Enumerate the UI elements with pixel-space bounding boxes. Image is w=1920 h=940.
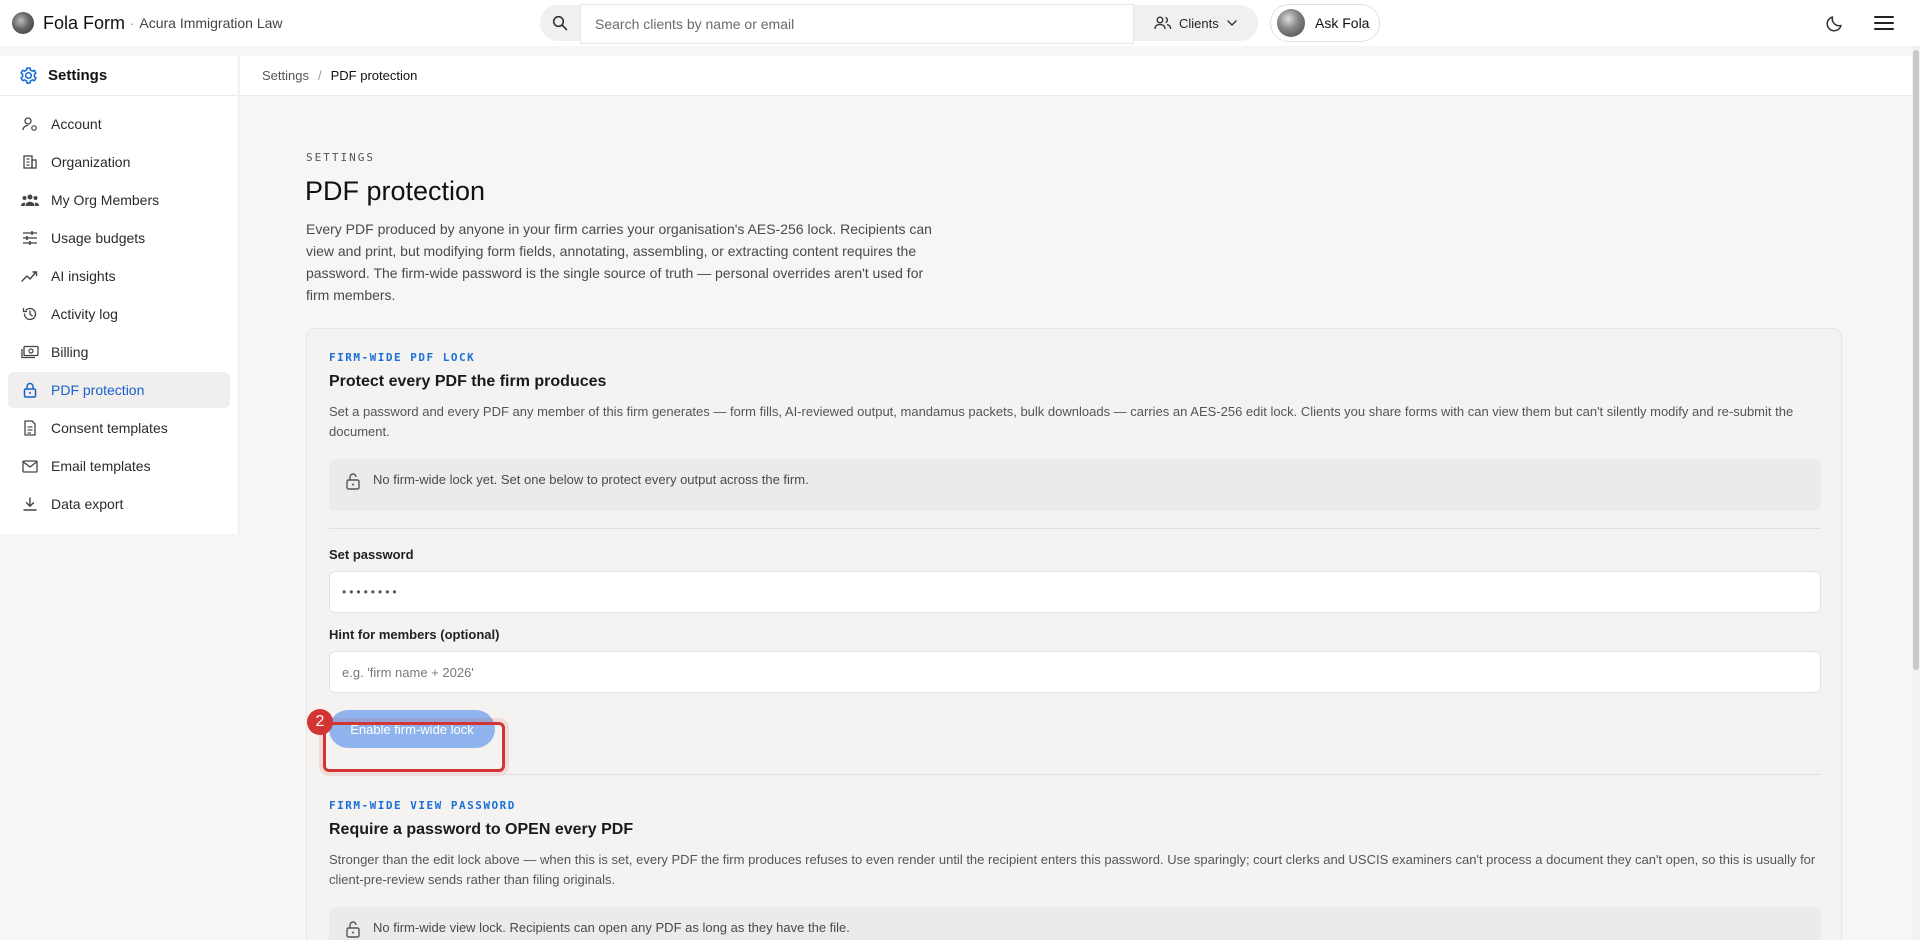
download-icon bbox=[21, 495, 39, 513]
lock-icon bbox=[21, 381, 39, 399]
building-icon bbox=[21, 153, 39, 171]
search-button[interactable] bbox=[540, 5, 580, 41]
people-icon bbox=[1154, 16, 1172, 30]
sidebar-item-label: Usage budgets bbox=[51, 230, 146, 246]
mail-icon bbox=[21, 457, 39, 475]
unlocked-icon bbox=[346, 921, 360, 938]
view-section-eyebrow: FIRM-WIDE VIEW PASSWORD bbox=[329, 799, 516, 812]
document-icon bbox=[21, 419, 39, 437]
view-section-title: Require a password to OPEN every PDF bbox=[329, 821, 634, 838]
sidebar-item-data-export[interactable]: Data export bbox=[8, 486, 230, 522]
brand-logo bbox=[12, 12, 34, 34]
sidebar-item-label: My Org Members bbox=[51, 192, 160, 208]
view-lock-status-notice: No firm-wide view lock. Recipients can o… bbox=[329, 907, 1821, 940]
ask-fola-label: Ask Fola bbox=[1315, 15, 1370, 31]
breadcrumb-settings[interactable]: Settings bbox=[262, 68, 309, 83]
lock-status-notice: No firm-wide lock yet. Set one below to … bbox=[329, 459, 1821, 511]
sidebar-item-label: Account bbox=[51, 116, 102, 132]
lock-section-title: Protect every PDF the firm produces bbox=[329, 373, 607, 390]
sidebar-title: Settings bbox=[48, 67, 108, 84]
sidebar-item-label: Activity log bbox=[51, 306, 118, 322]
sidebar-item-label: Organization bbox=[51, 154, 131, 170]
annotation-badge: 2 bbox=[307, 709, 333, 735]
divider bbox=[329, 528, 1821, 529]
sidebar-item-activity-log[interactable]: Activity log bbox=[8, 296, 230, 332]
firm-name: Acura Immigration Law bbox=[139, 15, 283, 31]
sidebar-item-pdf-protection[interactable]: PDF protection bbox=[8, 372, 230, 408]
sidebar-header: Settings bbox=[0, 56, 238, 96]
breadcrumb-separator: / bbox=[317, 68, 322, 83]
divider bbox=[329, 774, 1821, 775]
members-icon bbox=[21, 191, 39, 209]
unlocked-icon bbox=[346, 473, 360, 490]
brand-name: Fola Form bbox=[43, 12, 126, 33]
billing-icon bbox=[21, 343, 39, 361]
brand[interactable]: Fola Form · Acura Immigration Law bbox=[12, 12, 283, 34]
password-label: Set password bbox=[329, 547, 414, 562]
sidebar-item-organization[interactable]: Organization bbox=[8, 144, 230, 180]
sidebar-item-label: PDF protection bbox=[51, 382, 145, 398]
ask-fola-button[interactable]: Ask Fola bbox=[1270, 4, 1380, 42]
sliders-icon bbox=[21, 229, 39, 247]
sidebar-item-members[interactable]: My Org Members bbox=[8, 182, 230, 218]
sidebar-item-label: Consent templates bbox=[51, 420, 168, 436]
avatar bbox=[1277, 9, 1305, 37]
view-section-description: Stronger than the edit lock above — when… bbox=[329, 852, 1816, 887]
sidebar-item-email-templates[interactable]: Email templates bbox=[8, 448, 230, 484]
scrollbar-thumb[interactable] bbox=[1913, 50, 1919, 670]
page-eyebrow: SETTINGS bbox=[306, 151, 375, 164]
breadcrumb: Settings / PDF protection bbox=[240, 56, 1912, 96]
password-input[interactable] bbox=[329, 571, 1821, 613]
trend-icon bbox=[21, 267, 39, 285]
sidebar-item-label: Data export bbox=[51, 496, 124, 512]
sidebar-item-consent-templates[interactable]: Consent templates bbox=[8, 410, 230, 446]
dark-mode-icon[interactable] bbox=[1824, 12, 1846, 34]
sidebar-item-account[interactable]: Account bbox=[8, 106, 230, 142]
hint-input[interactable] bbox=[329, 651, 1821, 693]
top-bar: Fola Form · Acura Immigration Law Client… bbox=[0, 0, 1920, 46]
gear-icon bbox=[20, 67, 37, 84]
sidebar-item-label: Email templates bbox=[51, 458, 151, 474]
lock-section-description: Set a password and every PDF any member … bbox=[329, 404, 1794, 439]
menu-icon[interactable] bbox=[1873, 13, 1895, 33]
page-title: PDF protection bbox=[305, 176, 486, 206]
sidebar-item-label: AI insights bbox=[51, 268, 116, 284]
sidebar-item-billing[interactable]: Billing bbox=[8, 334, 230, 370]
lock-status-text: No firm-wide lock yet. Set one below to … bbox=[373, 472, 809, 487]
settings-sidebar: Settings Account Organization My Org Mem… bbox=[0, 56, 239, 534]
annotation-highlight-box bbox=[323, 722, 505, 772]
search-input[interactable] bbox=[580, 4, 1134, 44]
history-icon bbox=[21, 305, 39, 323]
sidebar-item-label: Billing bbox=[51, 344, 89, 360]
clients-dropdown[interactable]: Clients bbox=[1134, 5, 1258, 41]
brand-separator: · bbox=[130, 15, 135, 31]
page-description: Every PDF produced by anyone in your fir… bbox=[306, 221, 932, 303]
search-icon bbox=[552, 15, 568, 31]
lock-section-eyebrow: FIRM-WIDE PDF LOCK bbox=[329, 351, 476, 364]
sidebar-item-ai-insights[interactable]: AI insights bbox=[8, 258, 230, 294]
clients-label: Clients bbox=[1179, 15, 1219, 31]
view-lock-status-text: No firm-wide view lock. Recipients can o… bbox=[373, 920, 850, 935]
chevron-down-icon bbox=[1227, 20, 1237, 26]
pdf-protection-card: FIRM-WIDE PDF LOCK Protect every PDF the… bbox=[306, 328, 1842, 940]
hint-label: Hint for members (optional) bbox=[329, 627, 500, 642]
sidebar-item-usage-budgets[interactable]: Usage budgets bbox=[8, 220, 230, 256]
breadcrumb-current: PDF protection bbox=[330, 68, 418, 83]
account-icon bbox=[21, 115, 39, 133]
